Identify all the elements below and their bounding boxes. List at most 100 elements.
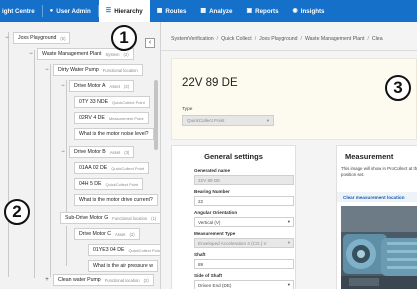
tree-leaf-box[interactable]: 02RV 4 DE Measurement Point xyxy=(74,112,149,124)
tree-node-box[interactable]: Dirty Water Pump Functional location xyxy=(53,64,143,76)
tree-node[interactable]: Drive Motor C Asset (2) xyxy=(74,228,140,240)
collapse-icon[interactable]: − xyxy=(4,35,10,41)
tree-leaf-box[interactable]: What is the air pressure w xyxy=(88,260,158,272)
angular-orientation-select[interactable]: Vertical (V) ▾ xyxy=(194,217,294,227)
breadcrumb-item[interactable]: SystemVerification xyxy=(171,36,214,42)
tree-node-box[interactable]: Joxs Playground (5) xyxy=(13,32,71,44)
breadcrumb-separator: / xyxy=(300,36,302,42)
field-value: 89 xyxy=(198,261,204,267)
measurement-title: Measurement xyxy=(345,152,394,161)
general-settings-card: General settings Generated name 22V 89 D… xyxy=(171,145,296,289)
nav-hierarchy-label: Hierarchy xyxy=(114,7,143,15)
expand-icon[interactable]: + xyxy=(44,277,50,283)
tree-leaf[interactable]: 02RV 4 DE Measurement Point xyxy=(74,112,149,124)
collapse-icon[interactable]: − xyxy=(60,83,66,89)
tree-leaf-box[interactable]: 01YE3 04 DE QuickCollect Point xyxy=(88,244,160,256)
tree-leaf[interactable]: 04H 5 DE QuickCollect Point xyxy=(74,178,144,190)
tree-node-type: Asset xyxy=(109,149,121,155)
field-value: 22V 89 DE xyxy=(198,177,221,183)
machine-photo[interactable] xyxy=(341,206,417,289)
tree-leaf-box[interactable]: 04H 5 DE QuickCollect Point xyxy=(74,178,144,190)
tree-node-type: QuickCollect Point xyxy=(111,165,144,171)
tree-node[interactable]: + Clean water Pump Functional location (… xyxy=(44,274,154,286)
tree-node-box[interactable]: Drive Motor B Asset (3) xyxy=(69,146,135,158)
tree-node-box[interactable]: Clean water Pump Functional location (2) xyxy=(53,274,154,286)
tree-node[interactable]: Sub-Drive Motor G Functional location (1… xyxy=(60,212,160,224)
breadcrumb-separator: / xyxy=(216,36,219,42)
bearing-number-field[interactable]: 22 xyxy=(194,196,294,206)
clear-measurement-location-button[interactable]: Clear measurement location xyxy=(337,192,417,202)
tree-leaf[interactable]: 0TY 33 NDE QuickCollect Point xyxy=(74,96,150,108)
tree-node-label: Sub-Drive Motor G xyxy=(65,215,109,221)
side-of-shaft-select[interactable]: Driven End (DE) ▾ xyxy=(194,280,294,289)
callout-number: 2 xyxy=(12,202,22,221)
tree-node-label: 04H 5 DE xyxy=(79,181,102,187)
breadcrumb-item[interactable]: Joxs Playground xyxy=(259,36,297,42)
tree-node-count: (2) xyxy=(123,51,129,57)
measurement-card: Measurement This image will show in ProC… xyxy=(336,145,417,289)
tree-node-label: Dirty Water Pump xyxy=(58,67,99,73)
tree-leaf-box[interactable]: 0TY 33 NDE QuickCollect Point xyxy=(74,96,150,108)
asset-header-card: 22V 89 DE Type QuickCollect Point ▾ xyxy=(171,58,417,140)
person-icon: ● xyxy=(49,8,54,14)
tree-node[interactable]: − Drive Motor A Asset (3) xyxy=(60,80,135,92)
collapse-panel-button[interactable]: ‹ xyxy=(145,38,155,48)
nav-reports[interactable]: ▣ Reports xyxy=(239,0,285,22)
reports-icon: ▣ xyxy=(246,8,253,14)
tree-leaf[interactable]: What is the motor drive current? xyxy=(74,194,158,206)
tree-leaf-box[interactable]: What is the motor noise level? xyxy=(74,128,154,140)
callout-number: 3 xyxy=(393,78,403,97)
callout-1: 1 xyxy=(111,25,137,51)
field-label: Side of Shaft xyxy=(194,273,223,278)
tree-node-label: Drive Motor A xyxy=(74,83,106,89)
tree-node-type: Functional location xyxy=(104,277,140,283)
field-label: Generated name xyxy=(194,168,230,173)
tree-node[interactable]: − Joxs Playground (5) xyxy=(4,32,71,44)
field-value: Vertical (V) xyxy=(198,219,221,225)
tree-node-box[interactable]: Sub-Drive Motor G Functional location (1… xyxy=(60,212,160,224)
field-label: Angular Orientation xyxy=(194,210,238,215)
breadcrumb-item[interactable]: Quick Collect xyxy=(221,36,252,42)
tree-scrollbar[interactable] xyxy=(154,80,158,150)
tree-node-label: Waste Management Plant xyxy=(42,51,102,57)
tree-leaf-box[interactable]: 01AA 02 DE QuickCollect Point xyxy=(74,162,149,174)
app-title: ight Centre xyxy=(0,0,42,22)
type-select[interactable]: QuickCollect Point ▾ xyxy=(182,115,274,126)
chevron-down-icon: ▾ xyxy=(287,282,290,287)
collapse-icon[interactable]: − xyxy=(28,51,34,57)
nav-analyze[interactable]: ▩ Analyze xyxy=(193,0,239,22)
hierarchy-tree-panel: − Joxs Playground (5) − Waste Management… xyxy=(0,22,161,289)
tree-node[interactable]: − Dirty Water Pump Functional location xyxy=(44,64,143,76)
nav-routes[interactable]: ▦ Routes xyxy=(150,0,194,22)
collapse-icon[interactable]: − xyxy=(44,67,50,73)
collapse-icon[interactable]: − xyxy=(60,149,66,155)
tree-leaf[interactable]: What is the air pressure w xyxy=(88,260,158,272)
callout-2: 2 xyxy=(4,199,30,225)
tree-leaf[interactable]: What is the motor noise level? xyxy=(74,128,154,140)
nav-admin[interactable]: ● User Admin xyxy=(43,0,98,22)
shaft-field[interactable]: 89 xyxy=(194,259,294,269)
breadcrumb-item[interactable]: Clea xyxy=(372,36,383,42)
type-label: Type xyxy=(182,107,193,112)
nav-insights[interactable]: ◉ Insights xyxy=(286,0,332,22)
tree-node-type: QuickCollect Point xyxy=(112,99,145,105)
nav-hierarchy[interactable]: ☰ Hierarchy xyxy=(98,0,150,22)
tree-node-label: Drive Motor C xyxy=(79,231,111,237)
nav-analyze-label: Analyze xyxy=(209,7,233,15)
main-content: SystemVerification / Quick Collect / Jox… xyxy=(161,22,417,289)
tree-node-count: (1) xyxy=(151,215,157,221)
tree-node-label: Joxs Playground xyxy=(18,35,57,41)
callout-number: 1 xyxy=(119,28,129,47)
tree-node-type: QuickCollect Point xyxy=(105,181,139,187)
tree-leaf[interactable]: 01AA 02 DE QuickCollect Point xyxy=(74,162,149,174)
tree-leaf[interactable]: 01YE3 04 DE QuickCollect Point xyxy=(88,244,160,256)
tree-node-type: Asset xyxy=(109,83,120,89)
tree-node-box[interactable]: Drive Motor A Asset (3) xyxy=(69,80,135,92)
breadcrumb-item[interactable]: Waste Management Plant xyxy=(305,36,365,42)
tree-node-label: Drive Motor B xyxy=(74,149,106,155)
tree-node-label: What is the motor noise level? xyxy=(79,131,149,137)
tree-node-label: What is the air pressure w xyxy=(93,263,153,269)
tree-node[interactable]: − Drive Motor B Asset (3) xyxy=(60,146,135,158)
tree-leaf-box[interactable]: What is the motor drive current? xyxy=(74,194,158,206)
tree-node-box[interactable]: Drive Motor C Asset (2) xyxy=(74,228,140,240)
